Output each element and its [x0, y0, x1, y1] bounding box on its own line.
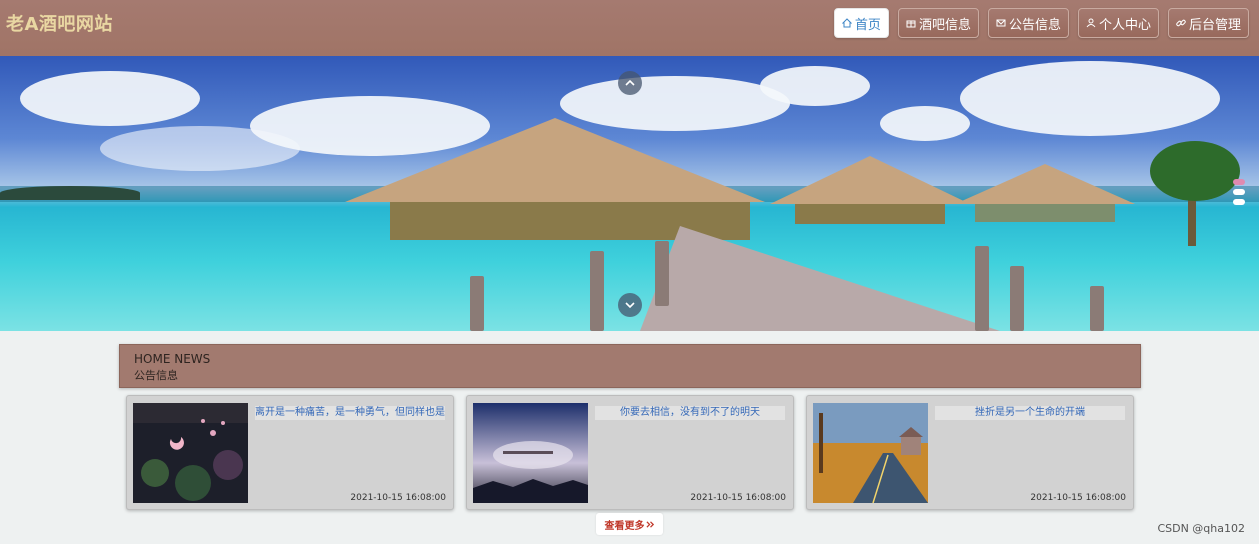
- pier-post: [470, 276, 484, 331]
- nav-admin-label: 后台管理: [1188, 17, 1241, 33]
- nav-profile-label: 个人中心: [1098, 17, 1151, 33]
- carousel-next-button[interactable]: [618, 293, 642, 317]
- news-date: 2021-10-15 16:08:00: [1030, 493, 1126, 503]
- nav-home-label: 首页: [854, 17, 881, 33]
- pier: [640, 226, 1000, 331]
- nav-profile[interactable]: 个人中心: [1077, 8, 1159, 38]
- cloud: [100, 126, 300, 171]
- pier-post: [975, 246, 989, 331]
- nav-announcements-label: 公告信息: [1008, 17, 1061, 33]
- carousel-indicator[interactable]: [1233, 179, 1245, 185]
- news-title[interactable]: 挫折是另一个生命的开端: [935, 406, 1125, 420]
- news-title[interactable]: 你要去相信，没有到不了的明天: [595, 406, 785, 420]
- palm-tree: [1150, 141, 1240, 201]
- cloud: [960, 61, 1220, 136]
- cloud: [880, 106, 970, 141]
- news-date: 2021-10-15 16:08:00: [690, 493, 786, 503]
- view-more-label: 查看更多: [604, 520, 645, 532]
- home-icon: [841, 18, 852, 28]
- news-thumbnail[interactable]: [813, 403, 928, 503]
- top-header: 老A酒吧网站 首页 酒吧信息 公告信息 个人中心 后台管理: [0, 0, 1259, 56]
- pier-post: [1010, 266, 1024, 331]
- nav-bar-info-label: 酒吧信息: [918, 17, 971, 33]
- news-thumbnail[interactable]: [133, 403, 248, 503]
- double-chevron-right-icon: [645, 520, 654, 528]
- chevron-down-icon: [625, 302, 635, 309]
- cloud: [20, 71, 200, 126]
- news-heading-cn: 公告信息: [134, 369, 178, 382]
- news-thumbnail[interactable]: [473, 403, 588, 503]
- news-card[interactable]: 挫折是另一个生命的开端 2021-10-15 16:08:00: [806, 395, 1134, 510]
- watermark: CSDN @qha102: [1157, 522, 1245, 535]
- news-card[interactable]: 你要去相信，没有到不了的明天 2021-10-15 16:08:00: [466, 395, 794, 510]
- hut-image: [955, 164, 1135, 222]
- link-icon: [1176, 19, 1186, 27]
- pier-post: [590, 251, 604, 331]
- mail-icon: [996, 19, 1006, 27]
- site-logo[interactable]: 老A酒吧网站: [6, 10, 113, 36]
- news-title[interactable]: 离开是一种痛苦，是一种勇气，但同样也是...: [255, 406, 445, 420]
- main-nav: 首页 酒吧信息 公告信息 个人中心 后台管理: [833, 8, 1249, 38]
- island: [0, 186, 140, 200]
- nav-admin[interactable]: 后台管理: [1167, 8, 1249, 38]
- carousel-indicators: [1233, 179, 1245, 205]
- nav-announcements[interactable]: 公告信息: [987, 8, 1069, 38]
- gift-icon: [906, 20, 916, 28]
- pier-post: [1090, 286, 1104, 331]
- view-more-button[interactable]: 查看更多: [596, 513, 663, 535]
- hut-image: [770, 156, 970, 224]
- news-list: 离开是一种痛苦，是一种勇气，但同样也是... 2021-10-15 16:08:…: [126, 395, 1134, 510]
- hut-image: [345, 118, 765, 240]
- carousel-prev-button[interactable]: [618, 71, 642, 95]
- carousel-indicator[interactable]: [1233, 199, 1245, 205]
- carousel-indicator[interactable]: [1233, 189, 1245, 195]
- news-date: 2021-10-15 16:08:00: [350, 493, 446, 503]
- pier-post: [655, 241, 669, 306]
- news-heading-en: HOME NEWS: [134, 352, 211, 366]
- chevron-up-icon: [625, 79, 635, 86]
- banner-carousel[interactable]: [0, 56, 1259, 331]
- cloud: [760, 66, 870, 106]
- nav-bar-info[interactable]: 酒吧信息: [897, 8, 979, 38]
- nav-home[interactable]: 首页: [833, 8, 889, 38]
- news-section-header: HOME NEWS 公告信息: [119, 344, 1141, 388]
- news-card[interactable]: 离开是一种痛苦，是一种勇气，但同样也是... 2021-10-15 16:08:…: [126, 395, 454, 510]
- user-icon: [1086, 18, 1096, 28]
